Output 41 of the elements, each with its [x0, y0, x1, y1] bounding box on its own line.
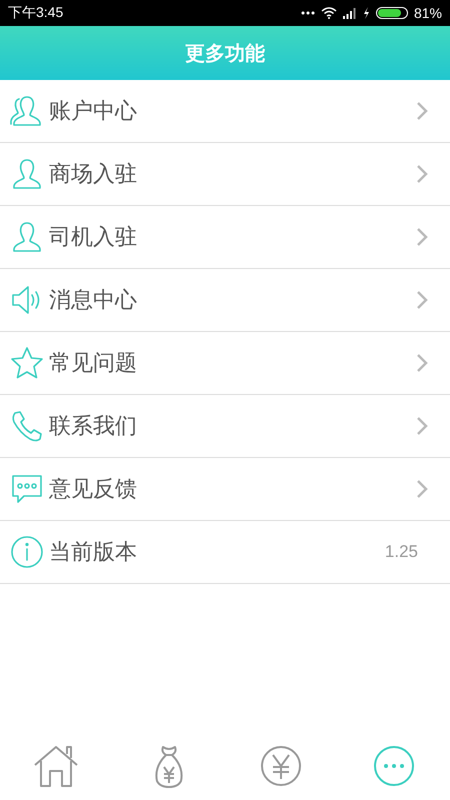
more-dots-icon — [300, 11, 315, 15]
menu-label: 意见反馈 — [49, 476, 138, 504]
charging-icon — [362, 7, 370, 19]
chevron-right-icon — [416, 416, 428, 436]
menu-label: 当前版本 — [49, 539, 138, 567]
menu-label: 消息中心 — [49, 287, 138, 315]
signal-icon — [342, 8, 357, 18]
menu-item[interactable]: 常见问题 — [0, 332, 450, 395]
page-title: 更多功能 — [185, 40, 265, 66]
menu-item[interactable]: 商场入驻 — [0, 143, 450, 206]
chevron-right-icon — [416, 353, 428, 373]
phone-icon — [10, 409, 44, 443]
nav-tab[interactable] — [33, 743, 80, 789]
menu-label: 商场入驻 — [49, 161, 138, 189]
menu-label: 联系我们 — [49, 413, 138, 441]
info-icon — [10, 535, 44, 569]
chevron-right-icon — [416, 290, 428, 310]
chevron-right-icon — [416, 101, 428, 121]
battery-icon — [376, 7, 408, 19]
person-icon — [10, 157, 44, 191]
home-icon — [33, 743, 80, 789]
menu-item[interactable]: 消息中心 — [0, 269, 450, 332]
wifi-icon — [320, 7, 337, 19]
menu-item[interactable]: 账户中心 — [0, 80, 450, 143]
menu-item[interactable]: 联系我们 — [0, 395, 450, 458]
person-icon — [10, 220, 44, 254]
chat-bubble-icon — [10, 472, 44, 506]
menu-label: 常见问题 — [49, 350, 138, 378]
chevron-right-icon — [416, 227, 428, 247]
people-icon — [10, 94, 44, 128]
chevron-right-icon — [416, 479, 428, 499]
menu-item[interactable]: 当前版本 1.25 — [0, 521, 450, 584]
battery-percent: 81% — [414, 5, 442, 21]
status-time: 下午3:45 — [8, 4, 64, 22]
menu-item[interactable]: 意见反馈 — [0, 458, 450, 521]
menu-label: 司机入驻 — [49, 224, 138, 252]
menu-item[interactable]: 司机入驻 — [0, 206, 450, 269]
version-number: 1.25 — [384, 542, 418, 562]
menu-label: 账户中心 — [49, 98, 138, 126]
star-icon — [10, 346, 44, 380]
chevron-right-icon — [416, 164, 428, 184]
